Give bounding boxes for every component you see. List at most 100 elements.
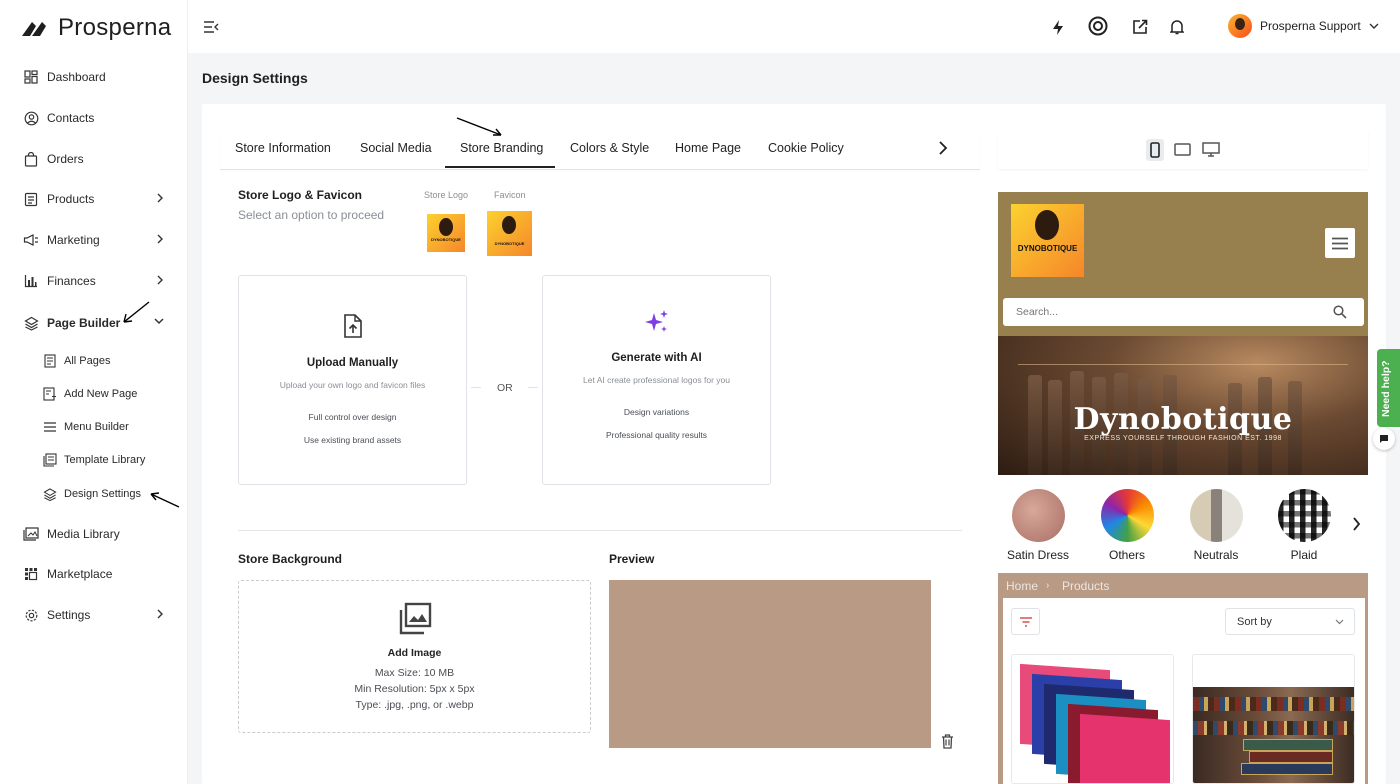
category-item[interactable]: Others bbox=[1087, 489, 1167, 562]
sort-by-select[interactable]: Sort by bbox=[1225, 608, 1355, 635]
active-tab-indicator bbox=[445, 166, 555, 168]
store-preview-banner: Dynobotique EXPRESS YOURSELF THROUGH FAS… bbox=[998, 336, 1368, 475]
sidebar-item-marketplace[interactable]: Marketplace bbox=[23, 563, 168, 585]
breadcrumb bbox=[998, 573, 1368, 598]
sidebar-item-label: Finances bbox=[47, 274, 96, 288]
sidebar-item-label: Media Library bbox=[47, 527, 120, 541]
product-image bbox=[1193, 687, 1354, 783]
contacts-icon bbox=[23, 110, 39, 126]
hamburger-menu-icon[interactable] bbox=[1325, 228, 1355, 258]
generate-with-ai-card[interactable]: Generate with AI Let AI create professio… bbox=[542, 275, 771, 485]
sidebar-item-orders[interactable]: Orders bbox=[23, 148, 168, 170]
sidebar: Prosperna Dashboard Contacts Orders Prod… bbox=[0, 0, 188, 784]
category-image bbox=[1189, 489, 1243, 542]
or-divider bbox=[528, 387, 538, 388]
search-icon[interactable] bbox=[1333, 305, 1347, 319]
tab-store-information[interactable]: Store Information bbox=[235, 141, 331, 155]
tab-cookie-policy[interactable]: Cookie Policy bbox=[768, 141, 844, 155]
sidebar-item-contacts[interactable]: Contacts bbox=[23, 107, 168, 129]
orders-icon bbox=[23, 151, 39, 167]
annotation-arrow bbox=[123, 301, 150, 323]
tab-home-page[interactable]: Home Page bbox=[675, 141, 741, 155]
gear-icon bbox=[23, 607, 39, 623]
target-icon[interactable] bbox=[1088, 16, 1108, 36]
chevron-right-icon: › bbox=[1046, 580, 1050, 591]
category-name: Neutrals bbox=[1193, 548, 1239, 562]
sidebar-item-settings[interactable]: Settings bbox=[23, 604, 168, 626]
user-menu[interactable]: Prosperna Support bbox=[1228, 14, 1379, 38]
tab-social-media[interactable]: Social Media bbox=[360, 141, 432, 155]
sidebar-subitem-add-new-page[interactable]: Add New Page bbox=[43, 384, 173, 404]
sidebar-subitem-template-library[interactable]: Template Library bbox=[43, 450, 173, 470]
tab-colors-style[interactable]: Colors & Style bbox=[570, 141, 649, 155]
user-name: Prosperna Support bbox=[1260, 19, 1361, 33]
sidebar-subitem-label: Menu Builder bbox=[64, 421, 129, 433]
logo-section-title: Store Logo & Favicon bbox=[238, 188, 363, 202]
category-name: Satin Dress bbox=[1006, 548, 1070, 562]
breadcrumb-products[interactable]: Products bbox=[1062, 579, 1109, 593]
or-divider bbox=[471, 387, 481, 388]
brand-logo[interactable]: Prosperna bbox=[20, 14, 171, 42]
sidebar-item-label: Marketing bbox=[47, 233, 100, 247]
tab-store-branding[interactable]: Store Branding bbox=[460, 141, 543, 155]
category-name: Plaid bbox=[1290, 548, 1318, 562]
chevron-down-icon bbox=[1335, 619, 1344, 625]
template-icon bbox=[43, 453, 57, 467]
trash-icon[interactable] bbox=[941, 734, 954, 749]
store-logo-thumbnail[interactable]: DYNOBOTIQUE bbox=[427, 214, 465, 252]
bell-icon[interactable] bbox=[1167, 17, 1187, 37]
product-card[interactable] bbox=[1192, 654, 1355, 784]
sidebar-item-finances[interactable]: Finances bbox=[23, 270, 168, 292]
category-image bbox=[1100, 489, 1154, 542]
chevron-right-icon[interactable] bbox=[1352, 517, 1361, 531]
sidebar-item-dashboard[interactable]: Dashboard bbox=[23, 66, 168, 88]
filter-icon[interactable] bbox=[1011, 608, 1040, 635]
lightning-icon[interactable] bbox=[1048, 17, 1068, 37]
prosperna-logo-icon bbox=[20, 18, 50, 38]
sidebar-subitem-all-pages[interactable]: All Pages bbox=[43, 351, 173, 371]
sidebar-item-label: Marketplace bbox=[47, 567, 113, 581]
annotation-arrow bbox=[150, 492, 180, 508]
breadcrumb-home[interactable]: Home bbox=[1006, 579, 1038, 593]
sidebar-subitem-menu-builder[interactable]: Menu Builder bbox=[43, 417, 173, 437]
need-help-label: Need help? bbox=[1380, 360, 1392, 417]
background-dropzone[interactable]: Add Image Max Size: 10 MB Min Resolution… bbox=[238, 580, 591, 733]
category-item[interactable]: Neutrals bbox=[1176, 489, 1256, 562]
chevron-right-icon[interactable] bbox=[938, 140, 948, 156]
upload-card-feature: Full control over design bbox=[308, 412, 397, 422]
desktop-device-icon[interactable] bbox=[1202, 142, 1220, 157]
upload-card-title: Upload Manually bbox=[306, 357, 399, 369]
background-preview bbox=[609, 580, 931, 748]
favicon-label: Favicon bbox=[494, 190, 526, 200]
bookshelf-row bbox=[1193, 697, 1354, 711]
mobile-device-icon[interactable] bbox=[1146, 139, 1164, 161]
min-resolution-text: Min Resolution: 5px x 5px bbox=[354, 683, 475, 695]
sidebar-subitem-label: Add New Page bbox=[64, 388, 138, 400]
store-preview-search-input[interactable] bbox=[1003, 298, 1364, 326]
sidebar-item-marketing[interactable]: Marketing bbox=[23, 229, 168, 251]
category-item[interactable]: Plaid bbox=[1264, 489, 1344, 562]
page-title: Design Settings bbox=[202, 70, 308, 86]
book-stack bbox=[1243, 739, 1333, 751]
favicon-thumbnail[interactable]: DYNOBOTIQUE bbox=[487, 211, 532, 256]
sidebar-subitem-label: Template Library bbox=[64, 454, 146, 466]
store-preview-logo[interactable]: DYNOBOTIQUE bbox=[1011, 204, 1084, 277]
brand-name: Prosperna bbox=[58, 14, 172, 41]
collapse-menu-icon[interactable] bbox=[201, 17, 221, 37]
ai-card-title: Generate with AI bbox=[611, 352, 702, 364]
megaphone-icon bbox=[23, 232, 39, 248]
ai-card-subtitle: Let AI create professional logos for you bbox=[583, 375, 730, 385]
sidebar-item-media-library[interactable]: Media Library bbox=[23, 523, 168, 545]
product-card[interactable] bbox=[1011, 654, 1174, 784]
store-preview-logo-text: DYNOBOTIQUE bbox=[1017, 244, 1078, 253]
category-item[interactable]: Satin Dress bbox=[998, 489, 1078, 562]
settings-tabs: Store Information Social Media Store Bra… bbox=[220, 130, 980, 170]
sidebar-item-products[interactable]: Products bbox=[23, 188, 168, 210]
tablet-device-icon[interactable] bbox=[1174, 143, 1191, 156]
external-link-icon[interactable] bbox=[1130, 17, 1150, 37]
chat-bubble-icon[interactable] bbox=[1373, 428, 1395, 450]
bookshelf-row bbox=[1193, 721, 1354, 735]
need-help-button[interactable]: Need help? bbox=[1377, 349, 1400, 427]
sidebar-item-label: Orders bbox=[47, 152, 84, 166]
upload-manually-card[interactable]: Upload Manually Upload your own logo and… bbox=[238, 275, 467, 485]
